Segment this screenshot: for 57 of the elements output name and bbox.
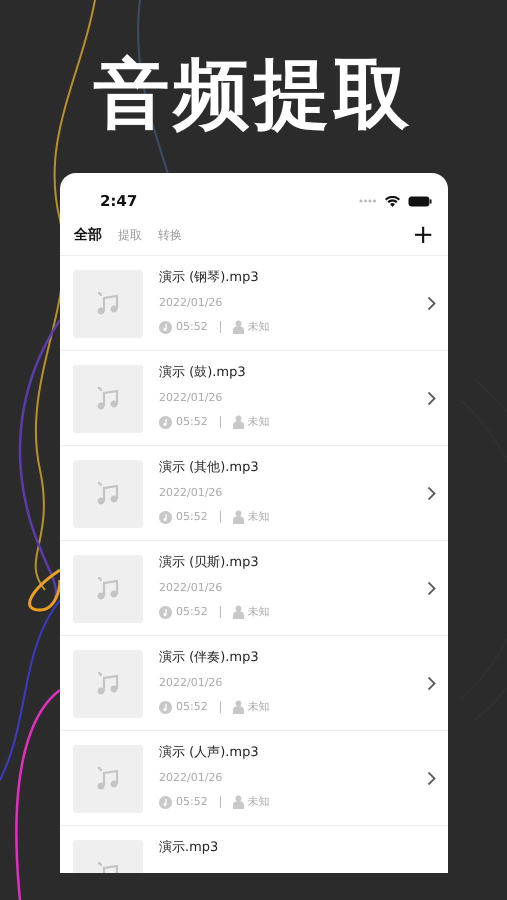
person-icon bbox=[232, 605, 244, 620]
file-name: 演示 (贝斯).mp3 bbox=[159, 555, 260, 572]
duration: 05:52 bbox=[176, 320, 208, 334]
tab[interactable]: 全部 bbox=[74, 224, 102, 246]
battery-icon bbox=[408, 196, 432, 207]
headline: 音频提取 bbox=[92, 48, 414, 140]
duration: 05:52 bbox=[176, 510, 208, 524]
signal-icon bbox=[359, 199, 377, 204]
file-row[interactable]: 演示 (伴奏).mp3 2022/01/26 05:52 未知 bbox=[60, 636, 448, 732]
duration: 05:52 bbox=[176, 700, 208, 714]
person-icon bbox=[232, 415, 244, 430]
artist: 未知 bbox=[248, 510, 270, 524]
file-date: 2022/01/26 bbox=[159, 296, 224, 310]
chevron-right-icon bbox=[427, 296, 436, 312]
disc-icon bbox=[159, 700, 172, 714]
status-time: 2:47 bbox=[100, 190, 138, 212]
wifi-icon bbox=[385, 196, 400, 207]
disc-icon bbox=[159, 416, 172, 429]
file-row[interactable]: 演示 (贝斯).mp3 2022/01/26 05:52 未知 bbox=[60, 541, 448, 636]
artist: 未知 bbox=[248, 795, 270, 810]
file-date: 2022/01/26 bbox=[159, 771, 224, 786]
disc-icon bbox=[159, 606, 172, 619]
file-row[interactable]: 演示 (人声).mp3 2022/01/26 05:52 未知 bbox=[60, 731, 448, 826]
disc-icon bbox=[159, 796, 172, 809]
file-row[interactable]: 演示 (鼓).mp3 2022/01/26 05:52 未知 bbox=[60, 351, 448, 446]
file-row[interactable]: 演示 (钢琴).mp3 2022/01/26 05:52 未知 bbox=[60, 256, 448, 352]
artist: 未知 bbox=[248, 700, 270, 714]
file-row[interactable]: 演示.mp3 bbox=[60, 826, 448, 874]
chevron-right-icon bbox=[427, 581, 436, 596]
duration: 05:52 bbox=[176, 795, 208, 810]
file-date: 2022/01/26 bbox=[159, 391, 224, 406]
file-row[interactable]: 演示 (其他).mp3 2022/01/26 05:52 未知 bbox=[60, 446, 448, 542]
chevron-right-icon bbox=[427, 676, 436, 692]
file-date: 2022/01/26 bbox=[159, 676, 224, 690]
artist: 未知 bbox=[248, 320, 270, 334]
disc-icon bbox=[159, 320, 172, 334]
file-name: 演示 (伴奏).mp3 bbox=[159, 650, 260, 666]
disc-icon bbox=[159, 510, 172, 524]
chevron-right-icon bbox=[427, 391, 436, 406]
file-date: 2022/01/26 bbox=[159, 581, 224, 596]
file-name: 演示 (钢琴).mp3 bbox=[159, 270, 260, 286]
chevron-right-icon bbox=[427, 486, 436, 502]
person-icon bbox=[232, 795, 244, 810]
chevron-right-icon bbox=[427, 771, 436, 786]
file-name: 演示 (鼓).mp3 bbox=[159, 365, 247, 382]
file-date: 2022/01/26 bbox=[159, 486, 224, 500]
artist: 未知 bbox=[248, 605, 270, 620]
person-icon bbox=[232, 320, 244, 334]
person-icon bbox=[232, 510, 244, 524]
duration: 05:52 bbox=[176, 605, 208, 620]
file-name: 演示 (其他).mp3 bbox=[159, 460, 260, 476]
person-icon bbox=[232, 700, 244, 714]
add-button[interactable]: + bbox=[412, 223, 434, 248]
duration: 05:52 bbox=[176, 415, 208, 430]
file-name: 演示 (人声).mp3 bbox=[159, 745, 260, 762]
artist: 未知 bbox=[248, 415, 270, 430]
file-name: 演示.mp3 bbox=[159, 840, 220, 856]
